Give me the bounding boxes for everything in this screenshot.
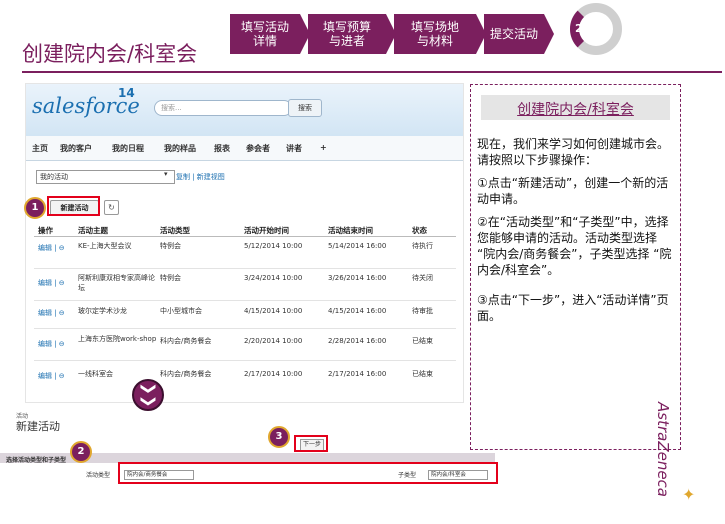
row-type: 特例会 [160, 274, 181, 282]
chevron-down-double-icon[interactable]: ❯❯ [132, 379, 164, 411]
step-label-line2: 详情 [252, 34, 277, 48]
row-status: 已结束 [412, 370, 433, 378]
nav-reports[interactable]: 报表 [214, 143, 230, 154]
row-divider [34, 328, 456, 329]
column-header-subject: 活动主题 [78, 226, 108, 235]
nav-my-samples[interactable]: 我的样品 [164, 143, 196, 154]
row-type: 科内会/商务餐会 [160, 370, 212, 378]
row-start: 4/15/2014 10:00 [244, 307, 303, 315]
panel-step-2: ②在“活动类型”和“子类型”中，选择您能够申请的活动。活动类型选择 “院内会/商… [477, 215, 672, 277]
panel-intro: 现在，我们来学习如何创建城市会。请按照以下步骤操作： [477, 137, 670, 167]
row-edit-link[interactable]: 编辑 | ⊖ [38, 278, 65, 288]
view-links[interactable]: 复制 | 新建视图 [176, 172, 225, 182]
new-activity-title: 新建活动 [16, 420, 60, 433]
nav-speakers[interactable]: 讲者 [286, 143, 302, 154]
step-marker-3: 3 [268, 426, 290, 448]
row-edit-link[interactable]: 编辑 | ⊖ [38, 243, 65, 253]
title-divider [22, 71, 722, 73]
row-status: 待执行 [412, 242, 433, 250]
nav-home[interactable]: 主页 [32, 143, 48, 154]
salesforce-version: 14 [118, 86, 135, 100]
search-button[interactable]: 搜索 [288, 99, 322, 117]
row-subject: 玻尔定学术沙龙 [78, 307, 127, 315]
row-subject: KE-上海大型会议 [78, 242, 132, 250]
step-label-line1: 填写场地 [410, 20, 459, 34]
nav-attendees[interactable]: 参会者 [246, 143, 270, 154]
row-start: 5/12/2014 10:00 [244, 242, 303, 250]
brand-logo: AstraZeneca [654, 402, 672, 497]
column-header-type: 活动类型 [160, 226, 190, 235]
step-label-line2: 与材料 [416, 34, 453, 48]
step-label-line2: 与进者 [328, 34, 365, 48]
panel-title: 创建院内会/科室会 [517, 102, 634, 118]
step-activity-details: 填写活动填写活动详情 [228, 14, 310, 54]
step-venue-materials: 填写场地 与材料 [392, 14, 486, 54]
nav-add-tab[interactable]: + [320, 143, 327, 152]
table-divider [34, 236, 456, 237]
salesforce-screenshot: salesforce 14 搜索... 搜索 主页 我的客户 我的日程 我的样品… [25, 83, 464, 403]
step-budget-speakers: 填写预算 与进者 [306, 14, 396, 54]
nav-my-customers[interactable]: 我的客户 [60, 143, 92, 154]
row-end: 5/14/2014 16:00 [328, 242, 387, 250]
step-label-line1: 填写活动 [240, 20, 289, 34]
row-end: 4/15/2014 16:00 [328, 307, 387, 315]
chevron-down-icon[interactable]: ▾ [164, 170, 168, 178]
row-type: 科内会/商务餐会 [160, 337, 212, 345]
highlight-next-button [294, 435, 328, 452]
highlight-new-button [47, 196, 100, 216]
column-header-status: 状态 [412, 226, 427, 235]
row-type: 中小型城市会 [160, 307, 202, 315]
row-status: 待关闭 [412, 274, 433, 282]
row-start: 2/17/2014 10:00 [244, 370, 303, 378]
search-input[interactable]: 搜索... [154, 100, 292, 116]
step-label-line1: 提交活动 [489, 27, 538, 41]
row-start: 2/20/2014 10:00 [244, 337, 303, 345]
row-type: 特例会 [160, 242, 181, 250]
row-edit-link[interactable]: 编辑 | ⊖ [38, 308, 65, 318]
column-header-action: 操作 [38, 226, 53, 235]
row-end: 3/26/2014 16:00 [328, 274, 387, 282]
row-subject: 阿斯利康双相专家高峰论坛 [78, 274, 155, 292]
row-subject: 上海东方医院work-shop [78, 335, 157, 343]
row-divider [34, 360, 456, 361]
view-select[interactable]: 我的活动 [36, 170, 175, 184]
refresh-icon[interactable]: ↻ [104, 200, 119, 215]
panel-step-3: ③点击“下一步”，进入“活动详情”页面。 [477, 293, 669, 323]
section-title: 选择活动类型和子类型 [6, 457, 67, 464]
row-end: 2/17/2014 16:00 [328, 370, 387, 378]
panel-step-1: ①点击“新建活动”，创建一个新的活动申请。 [477, 176, 669, 206]
row-end: 2/28/2014 16:00 [328, 337, 387, 345]
row-status: 已结束 [412, 337, 433, 345]
column-header-end: 活动结束时间 [328, 226, 373, 235]
row-start: 3/24/2014 10:00 [244, 274, 303, 282]
column-header-start: 活动开始时间 [244, 226, 289, 235]
progress-step-number: 2 [575, 22, 583, 35]
step-marker-2: 2 [70, 441, 92, 463]
step-marker-1: 1 [24, 197, 46, 219]
row-edit-link[interactable]: 编辑 | ⊖ [38, 371, 65, 381]
nav-my-calendar[interactable]: 我的日程 [112, 143, 144, 154]
row-divider [34, 268, 456, 269]
row-subject: 一线科室会 [78, 370, 113, 378]
step-label-line1: 填写预算 [322, 20, 371, 34]
brand-mark-icon: ✦ [682, 485, 696, 504]
step-submit-activity: 提交活动 [482, 14, 554, 54]
row-status: 待审批 [412, 307, 433, 315]
highlight-type-selects [118, 462, 498, 484]
row-divider [34, 300, 456, 301]
activity-type-label: 活动类型 [86, 472, 111, 479]
row-edit-link[interactable]: 编辑 | ⊖ [38, 339, 65, 349]
page-title: 创建院内会/科室会 [22, 42, 198, 66]
